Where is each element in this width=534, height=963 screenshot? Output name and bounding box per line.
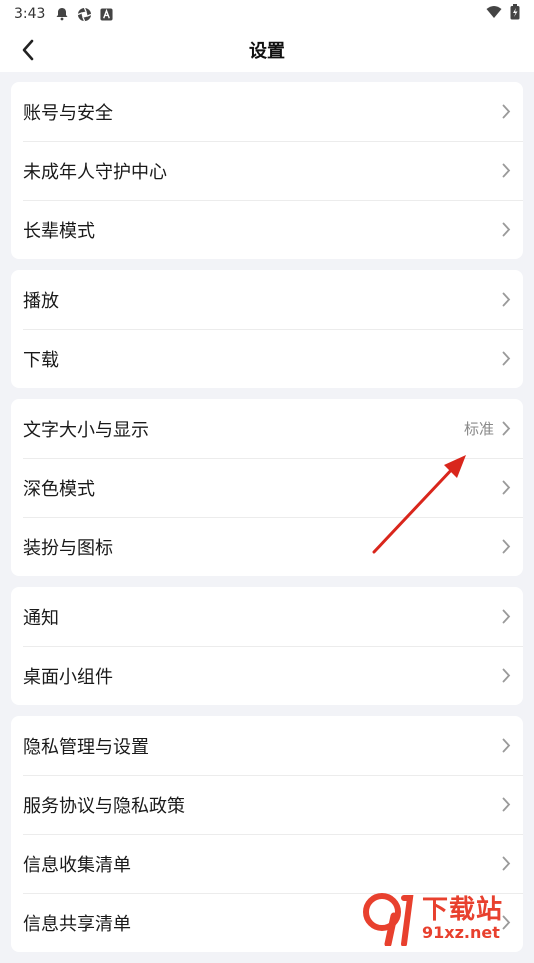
settings-item-privacy-management[interactable]: 隐私管理与设置 [11, 716, 523, 775]
settings-group-notifications: 通知 桌面小组件 [11, 587, 523, 705]
chevron-right-icon [502, 609, 511, 624]
page-title: 设置 [249, 37, 285, 63]
chevron-right-icon [502, 421, 511, 436]
settings-item-label: 装扮与图标 [23, 534, 113, 560]
settings-group-account: 账号与安全 未成年人守护中心 长辈模式 [11, 82, 523, 259]
settings-item-value: 标准 [464, 418, 494, 439]
status-time: 3:43 [14, 6, 45, 22]
settings-item-label: 隐私管理与设置 [23, 733, 149, 759]
settings-item-label: 通知 [23, 604, 59, 630]
chevron-right-icon [502, 856, 511, 871]
settings-item-label: 桌面小组件 [23, 663, 113, 689]
settings-item-info-collection-list[interactable]: 信息收集清单 [11, 834, 523, 893]
chevron-left-icon [21, 39, 35, 61]
watermark-logo-icon [360, 888, 418, 950]
top-app-bar: 设置 [0, 28, 534, 72]
settings-item-label: 文字大小与显示 [23, 416, 149, 442]
wifi-icon [486, 5, 502, 23]
settings-item-elder-mode[interactable]: 长辈模式 [11, 200, 523, 259]
chevron-right-icon [502, 797, 511, 812]
settings-item-desktop-widgets[interactable]: 桌面小组件 [11, 646, 523, 705]
settings-item-minor-protection[interactable]: 未成年人守护中心 [11, 141, 523, 200]
settings-item-notifications[interactable]: 通知 [11, 587, 523, 646]
chevron-right-icon [502, 668, 511, 683]
settings-group-playback: 播放 下载 [11, 270, 523, 388]
status-bar: 3:43 [0, 0, 534, 28]
settings-item-label: 播放 [23, 287, 59, 313]
settings-item-label: 深色模式 [23, 475, 95, 501]
settings-list: 账号与安全 未成年人守护中心 长辈模式 播放 下载 文字大小与显示 标准 深色模… [11, 82, 523, 963]
app-a-icon [100, 8, 113, 21]
camera-aperture-icon [77, 7, 92, 22]
settings-item-label: 未成年人守护中心 [23, 158, 167, 184]
settings-item-account-security[interactable]: 账号与安全 [11, 82, 523, 141]
settings-item-download[interactable]: 下载 [11, 329, 523, 388]
site-watermark: 下载站 91xz.net [360, 890, 532, 948]
watermark-title: 下载站 [422, 897, 503, 923]
bell-icon [55, 7, 69, 21]
chevron-right-icon [502, 351, 511, 366]
settings-item-label: 账号与安全 [23, 99, 113, 125]
watermark-site: 91xz.net [422, 925, 503, 941]
chevron-right-icon [502, 292, 511, 307]
settings-item-label: 服务协议与隐私政策 [23, 792, 185, 818]
chevron-right-icon [502, 480, 511, 495]
settings-item-label: 信息共享清单 [23, 910, 131, 936]
settings-item-dark-mode[interactable]: 深色模式 [11, 458, 523, 517]
settings-item-label: 信息收集清单 [23, 851, 131, 877]
battery-icon [510, 4, 520, 24]
chevron-right-icon [502, 738, 511, 753]
settings-item-playback[interactable]: 播放 [11, 270, 523, 329]
settings-item-theme-icons[interactable]: 装扮与图标 [11, 517, 523, 576]
settings-item-label: 下载 [23, 346, 59, 372]
settings-item-text-size-display[interactable]: 文字大小与显示 标准 [11, 399, 523, 458]
chevron-right-icon [502, 539, 511, 554]
settings-group-display: 文字大小与显示 标准 深色模式 装扮与图标 [11, 399, 523, 576]
settings-item-label: 长辈模式 [23, 217, 95, 243]
chevron-right-icon [502, 104, 511, 119]
chevron-right-icon [502, 222, 511, 237]
back-button[interactable] [14, 36, 42, 64]
settings-item-service-agreement[interactable]: 服务协议与隐私政策 [11, 775, 523, 834]
chevron-right-icon [502, 163, 511, 178]
